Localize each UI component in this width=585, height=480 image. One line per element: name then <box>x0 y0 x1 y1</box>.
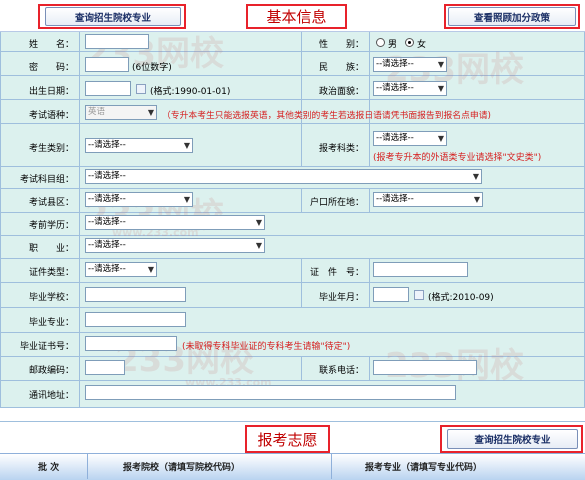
wishes-title: 报考志愿 <box>257 430 318 449</box>
password-input[interactable] <box>85 57 129 72</box>
wishes-query-schools-button[interactable]: 查询招生院校专业 <box>447 429 578 449</box>
job-select[interactable]: --请选择-- ▼ <box>85 238 265 253</box>
job-value: --请选择-- <box>88 240 126 250</box>
major-label: 毕业专业： <box>28 318 74 328</box>
password-hint: (6位数字) <box>132 63 172 73</box>
col-major: 报考专业（请填写专业代码） <box>365 463 483 473</box>
grad-date-label: 毕业年月： <box>318 293 364 303</box>
politics-value: --请选择-- <box>376 83 414 93</box>
chevron-down-icon: ▼ <box>255 218 262 227</box>
name-label: 姓 名： <box>28 40 74 50</box>
subject-value: --请选择-- <box>376 133 414 143</box>
gender-female-label: 女 <box>417 40 427 50</box>
subject-label: 报考科类： <box>318 144 364 154</box>
category-label: 考生类别： <box>28 144 74 154</box>
query-schools-button[interactable]: 查询招生院校专业 <box>45 7 181 26</box>
header-divider <box>331 454 332 479</box>
gender-female-radio[interactable] <box>405 38 414 47</box>
name-input[interactable] <box>85 34 149 49</box>
bonus-policy-button[interactable]: 查看照顾加分政策 <box>448 7 576 26</box>
grad-date-hint: (格式:2010-09) <box>428 293 494 303</box>
group-label: 考试科目组： <box>19 175 74 185</box>
password-label: 密 码： <box>28 63 74 73</box>
county-select[interactable]: --请选择-- ▼ <box>85 192 193 207</box>
postcode-label: 邮政编码： <box>28 366 74 376</box>
phone-input[interactable] <box>373 360 477 375</box>
address-label: 通讯地址： <box>28 391 74 401</box>
subject-note: (报考专升本的外语类专业请选择"文史类") <box>373 153 542 163</box>
language-value: 英语 <box>88 107 106 117</box>
postcode-input[interactable] <box>85 360 125 375</box>
chevron-down-icon: ▼ <box>437 134 444 143</box>
chevron-down-icon: ▼ <box>437 60 444 69</box>
education-label: 考前学历： <box>28 221 74 231</box>
language-select[interactable]: 英语 ▼ <box>85 105 157 120</box>
address-input[interactable] <box>85 385 456 400</box>
phone-label: 联系电话： <box>318 366 364 376</box>
grad-date-input[interactable] <box>373 287 409 302</box>
hukou-value: --请选择-- <box>376 194 414 204</box>
cert-label: 毕业证书号： <box>19 342 74 352</box>
cert-input[interactable] <box>85 336 177 351</box>
id-number-input[interactable] <box>373 262 468 277</box>
category-value: --请选择-- <box>88 140 126 150</box>
gender-label: 性 别： <box>318 40 364 50</box>
birthday-label: 出生日期： <box>28 87 74 97</box>
id-type-label: 证件类型： <box>28 268 74 278</box>
chevron-down-icon: ▼ <box>437 84 444 93</box>
birthday-hint: (格式:1990-01-01) <box>150 87 231 97</box>
subject-select[interactable]: --请选择-- ▼ <box>373 131 447 146</box>
cert-note: (未取得专科毕业证的专科考生请输"待定") <box>182 342 351 352</box>
hukou-select[interactable]: --请选择-- ▼ <box>373 192 483 207</box>
chevron-down-icon: ▼ <box>472 172 479 181</box>
chevron-down-icon: ▼ <box>473 195 480 204</box>
birthday-input[interactable] <box>85 81 131 96</box>
chevron-down-icon: ▼ <box>147 108 154 117</box>
col-school: 报考院校（请填写院校代码） <box>123 463 241 473</box>
county-value: --请选择-- <box>88 194 126 204</box>
chevron-down-icon: ▼ <box>183 195 190 204</box>
id-type-select[interactable]: --请选择-- ▼ <box>85 262 157 277</box>
ethnicity-label: 民 族： <box>318 63 364 73</box>
major-input[interactable] <box>85 312 186 327</box>
calendar-icon[interactable] <box>136 84 146 94</box>
chevron-down-icon: ▼ <box>147 265 154 274</box>
language-note: （专升本考生只能选报英语，其他类别的考生若选报日语请凭书面报告到报名点申请) <box>162 111 491 121</box>
gender-male-label: 男 <box>388 40 398 50</box>
education-value: --请选择-- <box>88 217 126 227</box>
hukou-label: 户口所在地： <box>309 198 364 208</box>
county-label: 考试县区： <box>28 198 74 208</box>
ethnicity-select[interactable]: --请选择-- ▼ <box>373 57 447 72</box>
calendar-icon[interactable] <box>414 290 424 300</box>
section-title: 基本信息 <box>266 8 327 26</box>
school-label: 毕业学校： <box>28 293 74 303</box>
group-value: --请选择-- <box>88 171 126 181</box>
job-label: 职 业： <box>28 244 74 254</box>
school-input[interactable] <box>85 287 186 302</box>
politics-label: 政治面貌： <box>318 87 364 97</box>
politics-select[interactable]: --请选择-- ▼ <box>373 81 447 96</box>
language-label: 考试语种： <box>28 111 74 121</box>
id-number-label: 证 件 号： <box>309 268 364 278</box>
category-select[interactable]: --请选择-- ▼ <box>85 138 193 153</box>
group-select[interactable]: --请选择-- ▼ <box>85 169 482 184</box>
id-type-value: --请选择-- <box>88 264 126 274</box>
chevron-down-icon: ▼ <box>183 141 190 150</box>
chevron-down-icon: ▼ <box>255 241 262 250</box>
education-select[interactable]: --请选择-- ▼ <box>85 215 265 230</box>
col-batch: 批 次 <box>38 463 60 473</box>
ethnicity-value: --请选择-- <box>376 59 414 69</box>
gender-male-radio[interactable] <box>376 38 385 47</box>
header-divider <box>87 454 88 479</box>
